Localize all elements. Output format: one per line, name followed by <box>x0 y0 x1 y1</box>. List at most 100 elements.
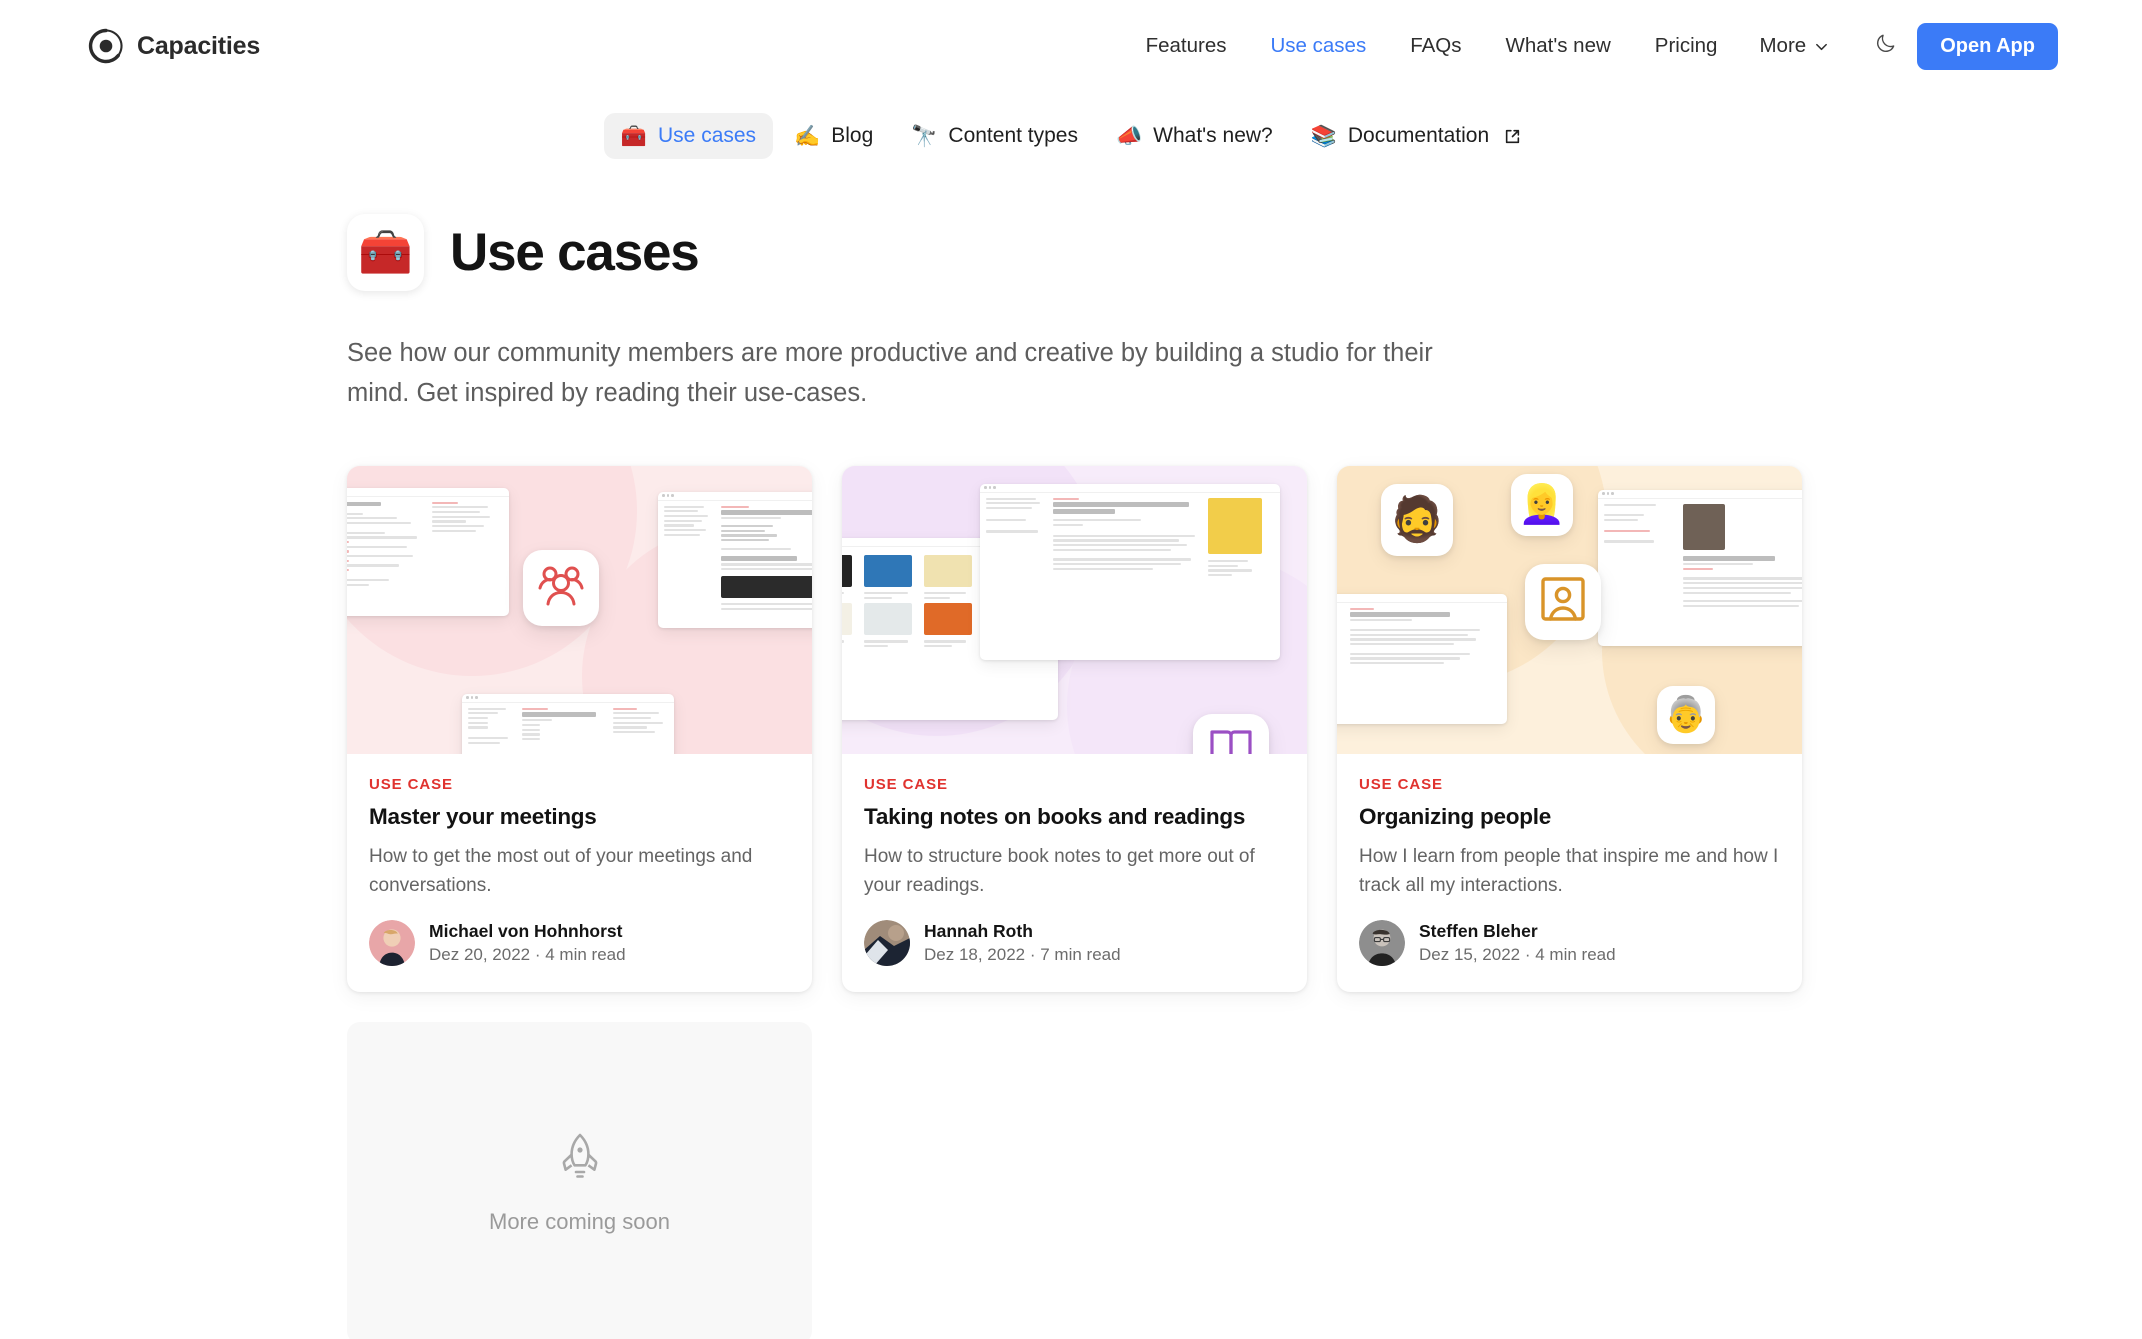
app-screenshot-mock <box>347 487 509 616</box>
theme-toggle-button[interactable] <box>1863 24 1907 68</box>
card-body: USE CASE Organizing people How I learn f… <box>1337 754 1802 993</box>
window-body <box>462 703 674 749</box>
site-header: Capacities Features Use cases FAQs What'… <box>0 0 2142 92</box>
author-name: Michael von Hohnhorst <box>429 921 623 942</box>
people-group-icon <box>537 563 585 612</box>
app-screenshot-mock <box>980 483 1280 660</box>
card-kicker: USE CASE <box>1359 775 1443 793</box>
subtab-content-types[interactable]: 🔭 Content types <box>894 113 1095 159</box>
card-title: Organizing people <box>1359 803 1552 829</box>
bearded-person-emoji-icon: 🧔 <box>1389 494 1445 544</box>
author-meta-text: Dez 20, 2022 · 4 min read <box>429 945 626 965</box>
window-titlebar <box>1337 594 1507 603</box>
subnav: 🧰 Use cases ✍️ Blog 🔭 Content types 📣 Wh… <box>603 113 1538 159</box>
writing-hand-icon: ✍️ <box>794 124 821 148</box>
nav-item-use-cases[interactable]: Use cases <box>1248 26 1388 66</box>
window-titlebar <box>980 484 1280 493</box>
page-title: Use cases <box>450 223 700 282</box>
older-woman-emoji-icon: 👵 <box>1664 695 1708 735</box>
app-screenshot-mock <box>658 491 812 628</box>
nav-item-features[interactable]: Features <box>1124 26 1249 66</box>
card-thumbnail <box>347 465 812 754</box>
more-coming-soon-card: More coming soon <box>347 1022 812 1339</box>
rocket-icon <box>559 1132 601 1185</box>
window-body <box>347 497 509 591</box>
card-description: How I learn from people that inspire me … <box>1359 845 1779 896</box>
toolbox-icon: 🧰 <box>620 124 648 148</box>
card-author: Michael von Hohnhorst Dez 20, 2022 · 4 m… <box>369 920 790 967</box>
more-coming-soon-label: More coming soon <box>489 1208 670 1234</box>
use-case-card[interactable]: USE CASE Taking notes on books and readi… <box>842 465 1307 993</box>
card-kicker: USE CASE <box>864 775 948 793</box>
subtab-label: Use cases <box>658 124 757 147</box>
emoji-avatar-tile: 🧔 <box>1381 483 1453 556</box>
books-icon: 📚 <box>1310 124 1337 148</box>
author-name: Steffen Bleher <box>1419 921 1538 942</box>
card-title: Taking notes on books and readings <box>864 803 1246 829</box>
person-portrait-icon <box>1539 575 1587 628</box>
open-app-button[interactable]: Open App <box>1917 22 2058 70</box>
use-case-card[interactable]: 🧔 👱‍♀️ 👵 <box>1337 465 1802 993</box>
nav-item-whats-new[interactable]: What's new <box>1483 26 1632 66</box>
nav-item-pricing[interactable]: Pricing <box>1633 26 1740 66</box>
card-title: Master your meetings <box>369 803 597 829</box>
emoji-avatar-tile: 👱‍♀️ <box>1511 473 1573 536</box>
card-body: USE CASE Master your meetings How to get… <box>347 754 812 993</box>
page-description: See how our community members are more p… <box>347 339 1433 408</box>
toolbox-icon: 🧰 <box>358 227 413 277</box>
avatar <box>864 920 910 967</box>
author-meta-text: Dez 15, 2022 · 4 min read <box>1419 945 1616 965</box>
primary-nav: Features Use cases FAQs What's new Prici… <box>1124 22 2058 70</box>
window-body <box>1598 499 1802 613</box>
nav-item-faqs[interactable]: FAQs <box>1388 26 1483 66</box>
use-case-card-grid: USE CASE Master your meetings How to get… <box>347 465 1802 993</box>
author-meta: Michael von Hohnhorst Dez 20, 2022 · 4 m… <box>429 921 626 965</box>
telescope-icon: 🔭 <box>911 124 938 148</box>
card-glyph-tile <box>523 549 599 626</box>
card-glyph-tile <box>1525 563 1601 640</box>
card-thumbnail: 🧔 👱‍♀️ 👵 <box>1337 465 1802 754</box>
window-titlebar <box>462 694 674 703</box>
subtab-use-cases[interactable]: 🧰 Use cases <box>603 113 774 159</box>
card-thumbnail <box>842 465 1307 754</box>
window-body <box>1337 603 1507 670</box>
author-meta-text: Dez 18, 2022 · 7 min read <box>924 945 1121 965</box>
chevron-down-icon <box>1814 39 1829 54</box>
subtab-label: What's new? <box>1153 124 1273 147</box>
subnav-container: 🧰 Use cases ✍️ Blog 🔭 Content types 📣 Wh… <box>0 92 2142 159</box>
nav-more-label: More <box>1759 34 1807 57</box>
card-glyph-tile <box>1193 713 1269 754</box>
avatar <box>1359 920 1405 967</box>
subtab-label: Documentation <box>1347 124 1490 147</box>
subtab-blog[interactable]: ✍️ Blog <box>777 113 890 159</box>
card-description: How to get the most out of your meetings… <box>369 845 753 896</box>
window-body <box>980 493 1280 582</box>
open-book-icon <box>1208 726 1254 754</box>
author-meta: Steffen Bleher Dez 15, 2022 · 4 min read <box>1419 921 1616 965</box>
moon-icon <box>1874 32 1897 60</box>
subtab-label: Blog <box>831 124 874 147</box>
emoji-avatar-tile: 👵 <box>1657 685 1715 744</box>
brand-logo[interactable]: Capacities <box>88 28 260 64</box>
card-kicker: USE CASE <box>369 775 453 793</box>
app-screenshot-mock <box>1337 593 1507 724</box>
capacities-logo-icon <box>88 28 124 64</box>
card-author: Steffen Bleher Dez 15, 2022 · 4 min read <box>1359 920 1780 967</box>
card-body: USE CASE Taking notes on books and readi… <box>842 754 1307 993</box>
megaphone-icon: 📣 <box>1116 124 1143 148</box>
external-link-icon <box>1500 128 1521 145</box>
use-case-card[interactable]: USE CASE Master your meetings How to get… <box>347 465 812 993</box>
subtab-documentation[interactable]: 📚 Documentation <box>1294 113 1538 159</box>
page-title-badge: 🧰 <box>347 214 424 291</box>
window-titlebar <box>1598 490 1802 499</box>
nav-item-more[interactable]: More <box>1739 26 1849 66</box>
app-screenshot-mock <box>462 693 674 754</box>
page-header: 🧰 Use cases <box>347 214 2142 291</box>
subtab-whats-new[interactable]: 📣 What's new? <box>1099 113 1290 159</box>
card-description: How to structure book notes to get more … <box>864 845 1255 896</box>
card-author: Hannah Roth Dez 18, 2022 · 7 min read <box>864 920 1285 967</box>
brand-name: Capacities <box>137 31 261 60</box>
app-screenshot-mock <box>1598 489 1802 646</box>
page-content: 🧰 Use cases See how our community member… <box>0 159 2142 1339</box>
blonde-woman-emoji-icon: 👱‍♀️ <box>1518 483 1566 526</box>
